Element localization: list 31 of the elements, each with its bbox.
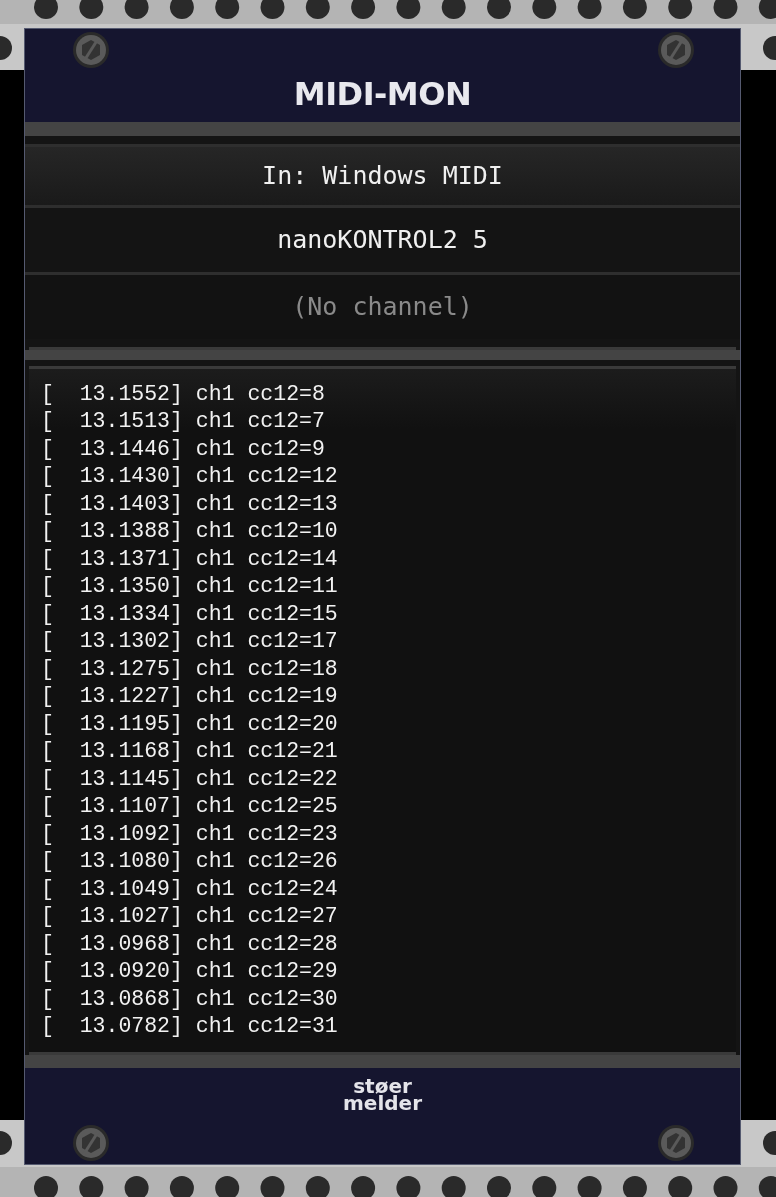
log-line: [ 13.1168] ch1 cc12=21	[41, 738, 339, 766]
log-line: [ 13.0920] ch1 cc12=29	[41, 958, 339, 986]
log-line: [ 13.1334] ch1 cc12=15	[41, 600, 339, 628]
screw-icon	[72, 31, 110, 69]
log-line: [ 13.1446] ch1 cc12=9	[41, 435, 326, 463]
driver-selector[interactable]: In: Windows MIDI	[25, 143, 740, 205]
log-line: [ 13.1403] ch1 cc12=13	[41, 490, 339, 518]
log-line: [ 13.1552] ch1 cc12=8	[41, 380, 326, 408]
log-line: [ 13.1049] ch1 cc12=24	[41, 875, 339, 903]
brand-logo: støer melder	[343, 1078, 422, 1113]
screw-icon	[657, 31, 695, 69]
log-line: [ 13.1195] ch1 cc12=20	[41, 710, 339, 738]
log-line: [ 13.1027] ch1 cc12=27	[41, 903, 339, 931]
log-line: [ 13.1107] ch1 cc12=25	[41, 793, 339, 821]
log-line: [ 13.1145] ch1 cc12=22	[41, 765, 339, 793]
log-line: [ 13.1275] ch1 cc12=18	[41, 655, 339, 683]
log-line: [ 13.1430] ch1 cc12=12	[41, 463, 339, 491]
log-line: [ 13.0868] ch1 cc12=30	[41, 985, 339, 1013]
screw-icon	[72, 1124, 110, 1163]
log-line: [ 13.1350] ch1 cc12=11	[41, 573, 339, 601]
log-line: [ 13.1388] ch1 cc12=10	[41, 518, 339, 546]
screw-icon	[657, 1124, 695, 1163]
log-line: [ 13.1080] ch1 cc12=26	[41, 848, 339, 876]
log-line: [ 13.1371] ch1 cc12=14	[41, 545, 339, 573]
log-line: [ 13.1302] ch1 cc12=17	[41, 628, 339, 656]
log-line: [ 13.1092] ch1 cc12=23	[41, 820, 339, 848]
log-line: [ 13.0968] ch1 cc12=28	[41, 930, 339, 958]
log-line: [ 13.0782] ch1 cc12=31	[41, 1013, 339, 1041]
log-line: [ 13.1227] ch1 cc12=19	[41, 683, 339, 711]
log-line: [ 13.1513] ch1 cc12=7	[41, 408, 326, 436]
module-title: MIDI-MON	[293, 75, 472, 113]
